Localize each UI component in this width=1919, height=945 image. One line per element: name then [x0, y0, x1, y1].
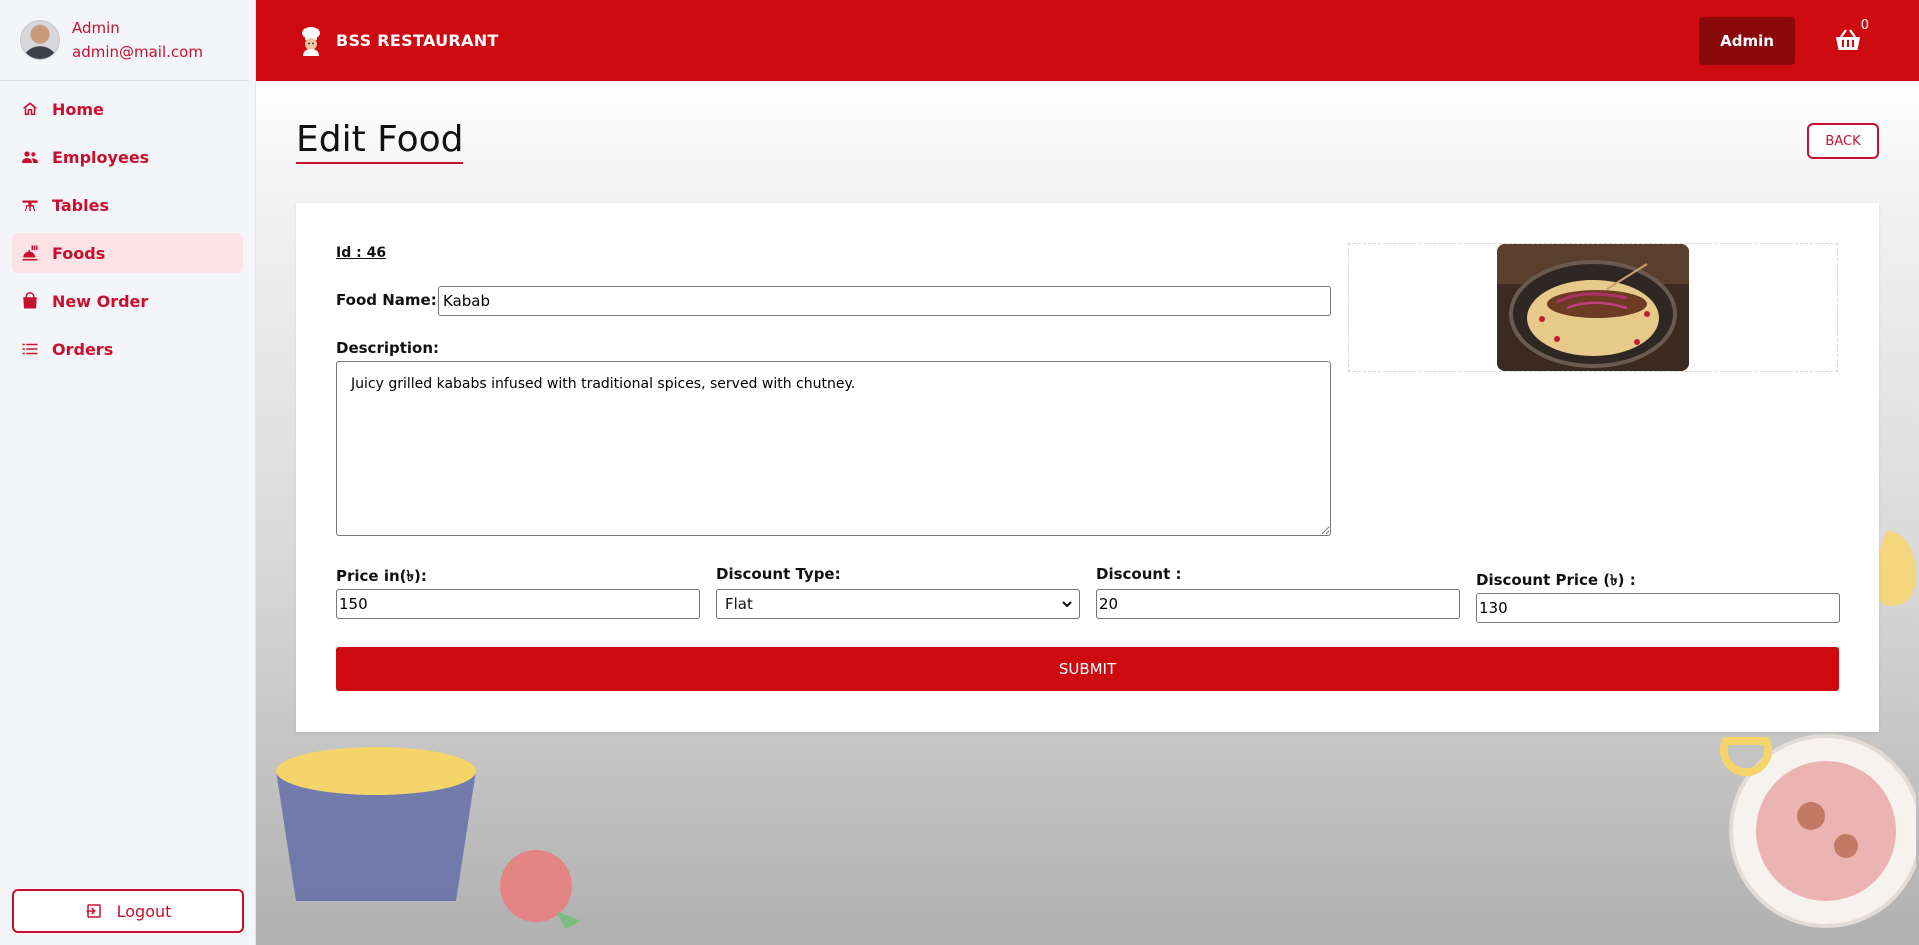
users-icon — [20, 147, 40, 167]
food-id-label: Id : 46 — [336, 245, 387, 261]
user-profile: Admin admin@mail.com — [0, 0, 249, 81]
discount-type-value: Flat — [725, 595, 753, 613]
submit-button[interactable]: SUBMIT — [336, 647, 1839, 691]
main-content: Edit Food BACK Id : 46 Food Name: Descri… — [256, 81, 1919, 945]
food-image-dropzone[interactable] — [1348, 243, 1838, 372]
description-label: Description: — [336, 339, 440, 357]
user-name: Admin — [72, 19, 120, 37]
sidebar-item-foods[interactable]: Foods — [12, 233, 243, 273]
shopping-bag-icon — [20, 291, 40, 311]
list-icon — [20, 339, 40, 359]
food-name-label: Food Name: — [336, 291, 437, 309]
back-button[interactable]: BACK — [1807, 123, 1879, 159]
sidebar-item-home[interactable]: Home — [12, 89, 243, 129]
sidebar-item-label: Orders — [52, 339, 114, 359]
cart-count-badge: 0 — [1860, 18, 1869, 33]
top-navbar: BSS RESTAURANT Admin 0 — [256, 0, 1919, 81]
discount-label: Discount : — [1096, 565, 1182, 583]
sidebar-item-new-order[interactable]: New Order — [12, 281, 243, 321]
food-icon — [20, 243, 40, 263]
table-icon — [20, 195, 40, 215]
basket-icon — [1836, 29, 1860, 50]
discount-type-select[interactable]: Flat — [716, 589, 1080, 619]
sidebar-item-label: Employees — [52, 147, 150, 167]
sidebar-nav: Home Employees Tables Foods New Order Or… — [0, 89, 255, 369]
discount-price-input[interactable] — [1476, 593, 1840, 623]
price-input[interactable] — [336, 589, 700, 619]
logout-icon — [86, 904, 101, 918]
discount-price-label: Discount Price (৳) : — [1476, 571, 1636, 589]
sidebar-item-label: Tables — [52, 195, 109, 215]
description-textarea[interactable]: Juicy grilled kababs infused with tradit… — [336, 361, 1331, 536]
user-email: admin@mail.com — [72, 43, 203, 61]
discount-type-label: Discount Type: — [716, 565, 841, 583]
sidebar-item-label: Foods — [52, 243, 106, 263]
page-title: Edit Food — [296, 119, 464, 164]
discount-input[interactable] — [1096, 589, 1460, 619]
edit-food-form: Id : 46 Food Name: Description: Juicy gr… — [296, 203, 1879, 732]
sidebar-item-label: Home — [52, 99, 104, 119]
sidebar-item-orders[interactable]: Orders — [12, 329, 243, 369]
rice-bowl-illustration — [1720, 734, 1916, 928]
sidebar-item-employees[interactable]: Employees — [12, 137, 243, 177]
chef-logo-icon — [302, 26, 320, 56]
cart-button[interactable] — [1835, 28, 1861, 52]
price-label: Price in(৳): — [336, 567, 427, 585]
sidebar: Admin admin@mail.com Home Employees Tabl… — [0, 0, 256, 945]
home-icon — [20, 99, 40, 119]
sidebar-item-label: New Order — [52, 291, 149, 311]
tomato-illustration — [500, 850, 581, 929]
sidebar-item-tables[interactable]: Tables — [12, 185, 243, 225]
food-name-input[interactable] — [438, 286, 1331, 316]
brand-name[interactable]: BSS RESTAURANT — [336, 31, 499, 50]
logout-button[interactable]: Logout — [12, 889, 244, 933]
logout-label: Logout — [116, 901, 172, 921]
chevron-down-icon — [1062, 601, 1072, 608]
avatar — [20, 20, 60, 60]
food-image — [1497, 244, 1689, 371]
admin-button[interactable]: Admin — [1699, 17, 1795, 65]
